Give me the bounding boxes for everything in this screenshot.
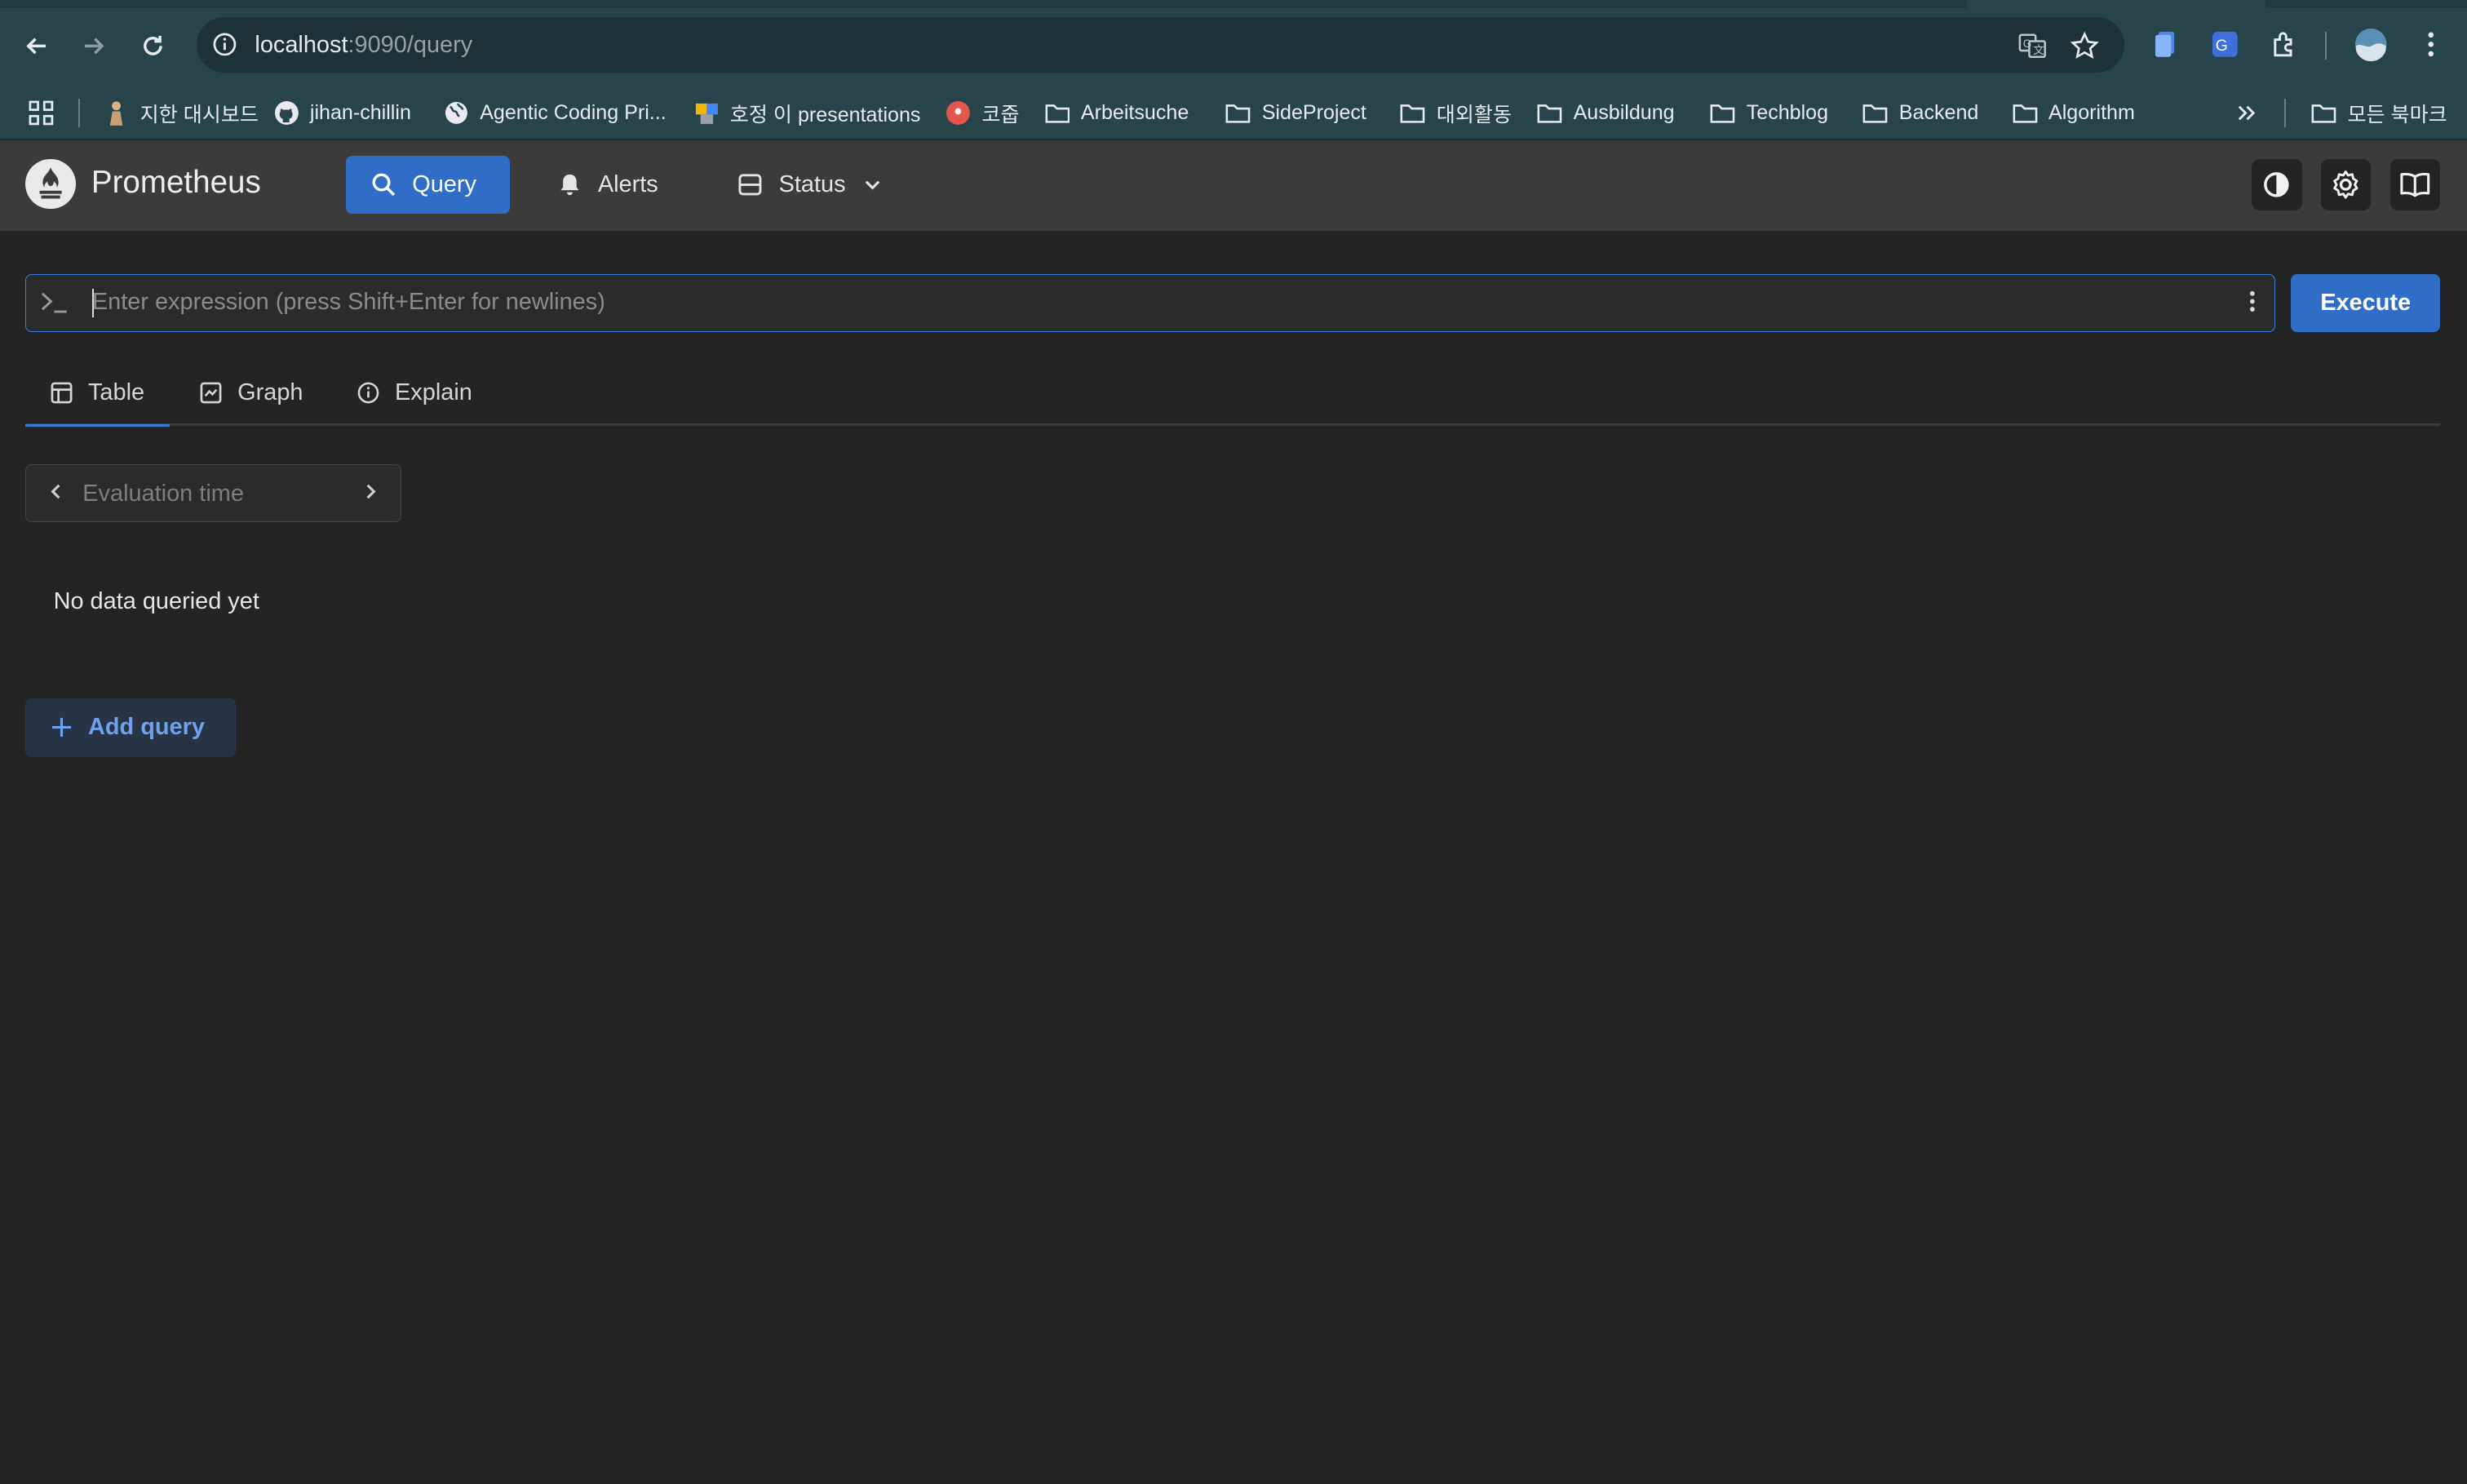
bookmark-folder[interactable]: SideProject <box>1225 96 1366 131</box>
chart-icon <box>200 382 222 404</box>
extension-translate-icon[interactable]: G <box>2206 24 2243 64</box>
bookmark-item[interactable]: 지한 대시보드 <box>104 96 259 131</box>
tab-graph[interactable]: Graph <box>175 362 328 423</box>
bookmark-folder[interactable]: Backend <box>1862 96 1978 131</box>
slides-icon <box>694 100 720 126</box>
plus-icon <box>51 718 71 738</box>
tab-explain[interactable]: Explain <box>332 362 498 423</box>
table-icon <box>51 382 73 404</box>
theme-toggle-button[interactable] <box>2251 158 2302 211</box>
site-info-icon[interactable] <box>212 32 237 57</box>
folder-icon <box>1710 100 1735 126</box>
all-bookmarks-folder[interactable]: 모든 북마크 <box>2311 96 2447 131</box>
github-icon <box>274 100 299 126</box>
folder-icon <box>1225 100 1251 126</box>
reload-icon <box>143 35 162 55</box>
star-icon[interactable] <box>2069 30 2101 62</box>
svg-text:文: 文 <box>2034 44 2045 56</box>
bookmark-item[interactable]: 코줍 <box>946 96 1020 131</box>
book-icon <box>2400 173 2430 197</box>
terminal-prompt-icon <box>40 290 69 316</box>
svg-text:G: G <box>2023 38 2032 50</box>
apps-grid-button[interactable] <box>29 96 54 131</box>
bookmark-item[interactable]: Agentic Coding Pri... <box>444 96 667 131</box>
apps-grid-icon <box>29 100 54 126</box>
double-chevron-right-icon <box>2234 100 2260 126</box>
documentation-button[interactable] <box>2389 158 2441 211</box>
more-bookmarks-button[interactable] <box>2234 96 2260 131</box>
text-caret <box>91 288 94 317</box>
globe-icon <box>444 100 469 126</box>
bookmark-folder[interactable]: Arbeitsuche <box>1045 96 1189 131</box>
bookmark-item[interactable]: 호정 이 presentations <box>694 96 920 131</box>
translate-icon[interactable]: G文 <box>2017 30 2048 62</box>
arrow-right-icon <box>85 38 104 54</box>
toolbar-divider <box>2325 31 2327 60</box>
red-badge-icon <box>946 100 971 126</box>
chevron-down-icon <box>865 180 880 190</box>
folder-icon <box>1537 100 1562 126</box>
folder-icon <box>2311 100 2336 126</box>
browser-toolbar: localhost:9090/query G文 G <box>0 0 2467 90</box>
tab-strip-edge <box>0 0 1967 8</box>
folder-icon <box>2013 100 2038 126</box>
expression-editor[interactable] <box>24 273 2275 332</box>
nav-status[interactable]: Status <box>713 156 909 214</box>
expression-input[interactable] <box>91 274 2201 330</box>
info-circle-icon <box>357 382 379 403</box>
result-tabs: Table Graph Explain <box>24 362 2441 427</box>
server-icon <box>738 174 762 196</box>
chevron-right-icon[interactable] <box>360 481 382 503</box>
app-brand[interactable]: Prometheus <box>91 165 261 201</box>
person-icon <box>104 100 129 126</box>
gear-icon <box>2333 171 2358 199</box>
svg-text:G: G <box>2215 38 2227 55</box>
bookmarks-divider <box>78 99 81 128</box>
bookmarks-divider <box>2284 99 2287 128</box>
reload-button[interactable] <box>129 22 176 69</box>
evaluation-time-input[interactable]: Evaluation time <box>82 481 244 507</box>
bookmarks-bar: 지한 대시보드 jihan-chillin Agentic Coding Pri… <box>0 89 2467 140</box>
tab-table[interactable]: Table <box>24 362 170 427</box>
profile-avatar-icon[interactable] <box>2352 24 2389 64</box>
url-text: localhost:9090/query <box>255 31 473 58</box>
bell-icon <box>560 175 579 196</box>
prometheus-logo-icon <box>24 158 76 210</box>
back-button[interactable] <box>12 22 60 69</box>
address-bar[interactable]: localhost:9090/query G文 <box>197 17 2124 73</box>
contrast-icon <box>2264 172 2289 197</box>
more-options-icon[interactable] <box>2249 289 2256 314</box>
settings-button[interactable] <box>2320 158 2372 211</box>
bookmark-folder[interactable]: Algorithm <box>2013 96 2135 131</box>
bookmark-folder[interactable]: Techblog <box>1710 96 1828 131</box>
extension-docs-icon[interactable] <box>2148 24 2186 64</box>
folder-icon <box>1862 100 1888 126</box>
empty-state-message: No data queried yet <box>53 588 259 615</box>
folder-icon <box>1045 100 1070 126</box>
add-query-button[interactable]: Add query <box>24 698 237 757</box>
evaluation-time-picker[interactable]: Evaluation time <box>24 463 401 523</box>
bookmark-item[interactable]: jihan-chillin <box>274 96 411 131</box>
search-icon <box>372 173 396 197</box>
arrow-left-icon <box>26 38 46 54</box>
tab-strip-edge <box>2265 0 2467 8</box>
app-header: Prometheus Query Alerts Status <box>0 140 2467 232</box>
nav-query[interactable]: Query <box>346 155 510 215</box>
bookmark-folder[interactable]: Ausbildung <box>1537 96 1675 131</box>
extensions-puzzle-icon[interactable] <box>2265 24 2303 64</box>
bookmark-folder[interactable]: 대외활동 <box>1400 96 1512 131</box>
execute-button[interactable]: Execute <box>2291 273 2441 332</box>
browser-menu-icon[interactable] <box>2412 24 2450 64</box>
folder-icon <box>1400 100 1425 126</box>
nav-alerts[interactable]: Alerts <box>532 156 684 214</box>
chevron-left-icon[interactable] <box>45 481 67 503</box>
forward-button[interactable] <box>71 22 118 69</box>
